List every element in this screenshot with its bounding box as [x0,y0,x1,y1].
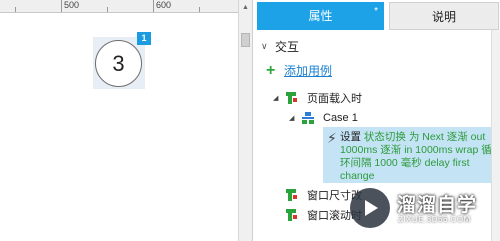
design-canvas[interactable]: 500 600 7 3 1 ▲ [0,0,253,241]
play-icon [365,200,378,216]
lightning-icon: ⚡ [327,130,337,146]
tab-notes[interactable]: 说明 [389,2,499,30]
horizontal-ruler: 500 600 7 [0,0,253,13]
canvas-vertical-scrollbar[interactable]: ▲ [238,0,252,241]
watermark-title: 溜溜自学 [397,195,478,216]
ruler-tick [61,0,62,12]
section-title: 交互 [275,39,300,54]
event-page-load[interactable]: ◢ 页面载入时 [273,90,362,106]
scroll-up-arrow-icon[interactable]: ▲ [239,2,252,14]
watermark-logo: 溜溜自学 ZIXUE.3D66.COM [350,188,485,228]
interactions-section-header[interactable]: ∨ 交互 [261,38,299,54]
unsaved-marker: * [374,6,378,17]
tab-properties-label: 属性 [308,9,333,23]
action-item[interactable]: ⚡ 设置 状态切换 为 Next 逐渐 out 1000ms 逐渐 in 100… [323,127,500,183]
event-icon [285,188,299,202]
ruler-tick [107,7,108,12]
event-icon [285,208,299,222]
ruler-tick [153,0,154,12]
add-case-label[interactable]: 添加用例 [284,62,332,79]
case-label: Case 1 [323,112,358,124]
ruler-tick [199,7,200,12]
watermark-url: ZIXUE.3D66.COM [398,215,471,224]
plus-icon: + [266,61,276,79]
ruler-label: 600 [156,0,172,10]
interaction-badge: 1 [137,32,151,45]
tab-notes-label: 说明 [431,10,456,24]
action-verb: 设置 [340,131,361,143]
action-description: 设置 状态切换 为 Next 逐渐 out 1000ms 逐渐 in 1000m… [340,131,498,183]
case-icon [301,111,315,125]
event-label: 页面载入时 [307,93,362,105]
ruler-tick [15,7,16,12]
tree-caret-icon[interactable]: ◢ [273,94,281,102]
add-case-link[interactable]: + 添加用例 [266,62,332,79]
chevron-down-icon[interactable]: ∨ [261,41,271,52]
number-circle[interactable]: 3 [95,40,142,87]
ruler-label: 500 [64,0,80,10]
panel-tabs: 属性 * 说明 [253,0,500,30]
tab-properties[interactable]: 属性 * [257,2,384,30]
panel-vertical-scrollbar[interactable] [491,30,500,241]
tree-caret-icon[interactable]: ◢ [289,114,297,122]
event-icon [285,91,299,105]
case-item[interactable]: ◢ Case 1 [289,110,358,126]
scroll-thumb[interactable] [241,33,250,47]
action-detail: 状态切换 为 Next 逐渐 out 1000ms 逐渐 in 1000ms w… [340,131,492,182]
